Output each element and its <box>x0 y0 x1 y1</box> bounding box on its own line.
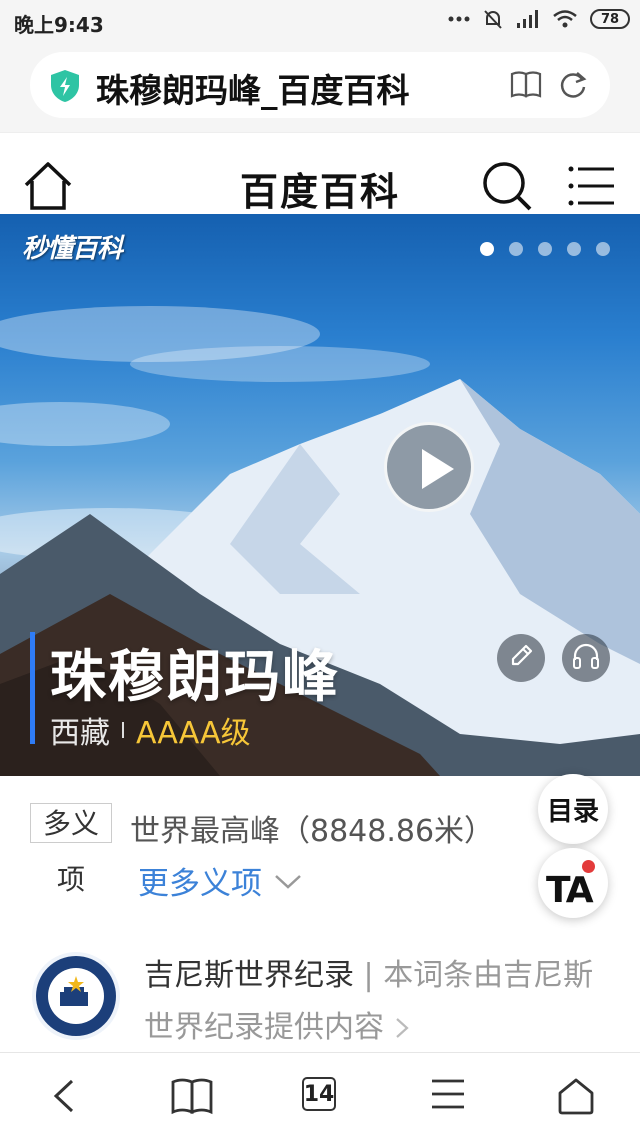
tabs-icon[interactable]: 14 <box>302 1077 336 1111</box>
carousel-dot[interactable] <box>538 242 552 256</box>
signal-icon <box>516 9 540 29</box>
carousel-dot[interactable] <box>567 242 581 256</box>
address-bar-container: 珠穆朗玛峰_百度百科 <box>0 42 640 132</box>
more-polysemy-link[interactable]: 更多义项 <box>138 858 302 903</box>
hero-banner[interactable]: 秒懂百科 珠穆朗玛峰 西藏 AAAA级 <box>0 214 640 776</box>
back-icon[interactable] <box>48 1077 78 1119</box>
headphones-icon <box>571 642 601 674</box>
polysemy-description: 世界最高峰（8848.86米） <box>130 814 495 849</box>
play-video-button[interactable] <box>384 422 474 512</box>
address-bar[interactable]: 珠穆朗玛峰_百度百科 <box>30 52 610 118</box>
location-tag[interactable]: 西藏 <box>50 708 110 752</box>
polysemy-label: 多义 <box>30 803 112 843</box>
book-icon[interactable] <box>510 70 542 102</box>
ta-button[interactable]: TA <box>538 848 608 918</box>
wifi-icon <box>552 9 578 29</box>
menu-icon[interactable] <box>430 1077 466 1115</box>
status-icons: 78 <box>448 8 630 30</box>
carousel-dot[interactable] <box>509 242 523 256</box>
shield-icon <box>48 68 82 108</box>
guinness-title: 吉尼斯世界纪录 <box>144 958 354 993</box>
level-tag[interactable]: AAAA级 <box>136 708 251 752</box>
divider <box>122 722 124 738</box>
carousel-dot[interactable] <box>596 242 610 256</box>
mute-bell-icon <box>482 8 504 30</box>
carousel-dots <box>480 242 610 256</box>
pencil-icon <box>507 642 535 674</box>
status-time: 晚上9:43 <box>14 13 104 37</box>
more-polysemy-label: 更多义项 <box>138 866 262 902</box>
guinness-separator: | <box>354 958 384 993</box>
site-header: 百度百科 <box>0 132 640 214</box>
chevron-down-icon <box>274 863 302 899</box>
edit-button[interactable] <box>497 634 545 682</box>
bottom-nav: 14 <box>0 1052 640 1138</box>
guinness-logo[interactable] <box>32 952 120 1040</box>
reload-icon[interactable] <box>558 70 588 104</box>
bookmark-icon[interactable] <box>170 1077 214 1119</box>
watermark-logo: 秒懂百科 <box>22 234 123 264</box>
title-accent-bar <box>30 632 35 744</box>
site-title[interactable]: 百度百科 <box>0 161 640 216</box>
listen-button[interactable] <box>562 634 610 682</box>
address-title[interactable]: 珠穆朗玛峰_百度百科 <box>96 64 410 112</box>
tab-count: 14 <box>302 1077 336 1111</box>
menu-icon[interactable] <box>568 165 616 211</box>
more-dots-icon <box>448 16 470 22</box>
hero-subtitle: 西藏 AAAA级 <box>50 708 251 752</box>
search-icon[interactable] <box>480 161 536 217</box>
carousel-dot[interactable] <box>480 242 494 256</box>
notification-dot <box>582 860 595 873</box>
chevron-right-icon <box>394 1010 410 1045</box>
toc-button[interactable]: 目录 <box>538 774 608 844</box>
battery-icon: 78 <box>590 9 630 29</box>
status-bar: 晚上9:43 78 <box>0 0 640 42</box>
polysemy-label-line2: 项 <box>56 863 85 896</box>
home-icon[interactable] <box>556 1077 596 1119</box>
page-title: 珠穆朗玛峰 <box>50 645 340 710</box>
ta-label: TA <box>546 870 594 911</box>
guinness-attribution[interactable]: 吉尼斯世界纪录 | 本词条由吉尼斯世界纪录提供内容 <box>144 950 604 1054</box>
